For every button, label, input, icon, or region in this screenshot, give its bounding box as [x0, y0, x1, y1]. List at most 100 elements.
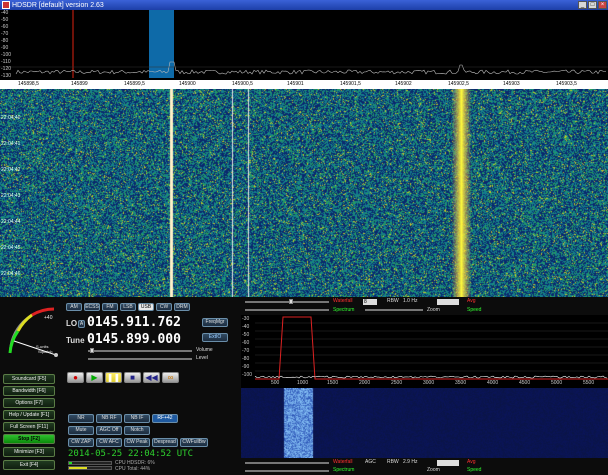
waterfall-label: Waterfall [333, 298, 353, 304]
nb-if-button[interactable]: NB IF [124, 414, 150, 423]
full-screen-button[interactable]: Full Screen [F11] [3, 422, 55, 432]
agc-off-button[interactable]: AGC Off [96, 426, 122, 435]
spectrum-slider-bottom[interactable] [245, 470, 329, 472]
lo-a-marker[interactable]: A [78, 320, 85, 328]
cw-peak-button[interactable]: CW Peak [124, 438, 150, 447]
stop-radio-button[interactable]: Stop [F2] [3, 434, 55, 444]
freq-mgr-button[interactable]: FreqMgr [202, 318, 228, 327]
cpu-bar-hdsdr-fill [69, 462, 72, 464]
cw-afc-button[interactable]: CW AFC [96, 438, 122, 447]
tune-frequency[interactable]: 0145.899.000 [87, 332, 181, 347]
waterfall-canvas[interactable] [0, 89, 608, 297]
audio-db-label: -100 [242, 372, 253, 378]
mode-lsb-button[interactable]: LSB [120, 303, 136, 311]
minimize-button[interactable]: Minimize [F3] [3, 447, 55, 457]
soundcard-button[interactable]: Soundcard [F5] [3, 374, 55, 384]
play-button[interactable]: ▶ [86, 372, 103, 383]
cw-zap-button[interactable]: CW ZAP [68, 438, 94, 447]
options-button[interactable]: Options [F7] [3, 398, 55, 408]
audio-db-label: -40 [242, 324, 250, 330]
filter-bandwidth-highlight [149, 10, 174, 78]
window-title: HDSDR [default] version 2.63 [12, 1, 104, 9]
nb-rf-button[interactable]: NB RF [96, 414, 122, 423]
stop-icon: ■ [130, 373, 135, 382]
avg-label: Avg [467, 298, 476, 304]
mode-usb-button[interactable]: USB [138, 303, 154, 311]
maximize-window-button[interactable]: □ [588, 1, 597, 9]
tune-label: Tune [66, 336, 85, 345]
rewind-icon: ◀◀ [145, 373, 158, 382]
pause-button[interactable]: ❚❚ [105, 372, 122, 383]
rf-spectrum[interactable]: -40 -50 -60 -70 -80 -90 -100 -110 -120 -… [0, 10, 608, 80]
db-label: -40 [1, 10, 9, 16]
status-time: 22:04:52 UTC [128, 449, 194, 459]
record-button[interactable]: ● [67, 372, 84, 383]
cpu-bar-total [68, 466, 112, 470]
filter-curve [255, 316, 608, 380]
spectrum-label-bottom: Spectrum [333, 467, 355, 473]
waterfall-slider-top[interactable] [245, 301, 329, 303]
rf-waterfall[interactable]: 22:04:40 22:04:41 22:04:42 22:04:43 22:0… [0, 89, 608, 297]
audio-hz-label: 500 [271, 380, 280, 386]
audio-hz-label: 3000 [423, 380, 435, 386]
mode-am-button[interactable]: AM [66, 303, 82, 311]
audio-db-label: -70 [242, 348, 250, 354]
rbw-value: 1.0 Hz [403, 298, 418, 304]
freq-label: 145901,5 [340, 81, 361, 87]
exit-button[interactable]: Exit [F4] [3, 460, 55, 470]
level-slider-track[interactable] [88, 358, 192, 360]
mode-cw-button[interactable]: CW [156, 303, 172, 311]
freq-label: 145899 [71, 81, 88, 87]
notch-button[interactable]: Notch [124, 426, 150, 435]
loop-icon: ∞ [167, 373, 174, 382]
audio-select-top[interactable]: 8 [363, 299, 377, 305]
freq-label: 145898,5 [18, 81, 39, 87]
cw-full-bw-button[interactable]: CWFullBw [180, 438, 208, 447]
bandwidth-button[interactable]: Bandwidth [F6] [3, 386, 55, 396]
db-scale: -40 -50 -60 -70 -80 -90 -100 -110 -120 -… [0, 10, 16, 80]
audio-spectrum[interactable]: -30 -40 -50 -60 -70 -80 -90 -100 500 100… [241, 315, 608, 388]
minimize-window-button[interactable]: _ [578, 1, 587, 9]
stop-button[interactable]: ■ [124, 372, 141, 383]
close-window-button[interactable]: × [598, 1, 607, 9]
rbw-select-bottom[interactable] [437, 460, 459, 466]
mute-button[interactable]: Mute [68, 426, 94, 435]
waterfall-slider-bottom[interactable] [245, 462, 329, 464]
despread-button[interactable]: Despread [152, 438, 178, 447]
lo-frequency[interactable]: 0145.911.762 [87, 315, 181, 330]
freq-label: 145903 [503, 81, 520, 87]
extio-button[interactable]: ExtIO [202, 333, 228, 342]
avg-label-bottom: Avg [467, 459, 476, 465]
rbw-label-bottom: RBW [387, 459, 399, 465]
mode-drm-button[interactable]: DRM [174, 303, 190, 311]
mode-fm-button[interactable]: FM [102, 303, 118, 311]
level-label: Level [196, 355, 208, 361]
waterfall-slider-knob[interactable] [289, 299, 293, 304]
volume-slider-track[interactable] [88, 350, 192, 352]
loop-button[interactable]: ∞ [162, 372, 179, 383]
waterfall-time-label: 22:04:42 [1, 167, 21, 173]
freq-label: 145902,5 [448, 81, 469, 87]
spectrum-trace [15, 61, 607, 75]
volume-slider-knob[interactable] [90, 348, 94, 353]
audio-waterfall[interactable] [241, 388, 608, 458]
db-label: -100 [1, 52, 12, 58]
audio-db-label: -30 [242, 316, 250, 322]
frequency-axis[interactable]: 145898,5 145899 145899,5 145900 145900,5… [0, 80, 608, 89]
waterfall-label-bottom: Waterfall [333, 459, 353, 465]
db-label: -130 [1, 73, 12, 79]
rf-gain-button[interactable]: RF+42 [152, 414, 178, 423]
audio-waterfall-canvas[interactable] [241, 388, 608, 458]
help-update-button[interactable]: Help / Update [F1] [3, 410, 55, 420]
nr-button[interactable]: NR [68, 414, 94, 423]
spectrum-slider-top[interactable] [245, 309, 329, 311]
play-icon: ▶ [91, 373, 98, 382]
zoom-slider-top[interactable] [365, 309, 423, 311]
rbw-select[interactable] [437, 299, 459, 305]
zoom-label-bottom: Zoom [427, 467, 440, 473]
mode-ecss-button[interactable]: ECSS [84, 303, 100, 311]
status-date: 2014-05-25 [68, 449, 123, 459]
rewind-button[interactable]: ◀◀ [143, 372, 160, 383]
zoom-label: Zoom [427, 307, 440, 313]
db-label: -50 [1, 17, 9, 23]
